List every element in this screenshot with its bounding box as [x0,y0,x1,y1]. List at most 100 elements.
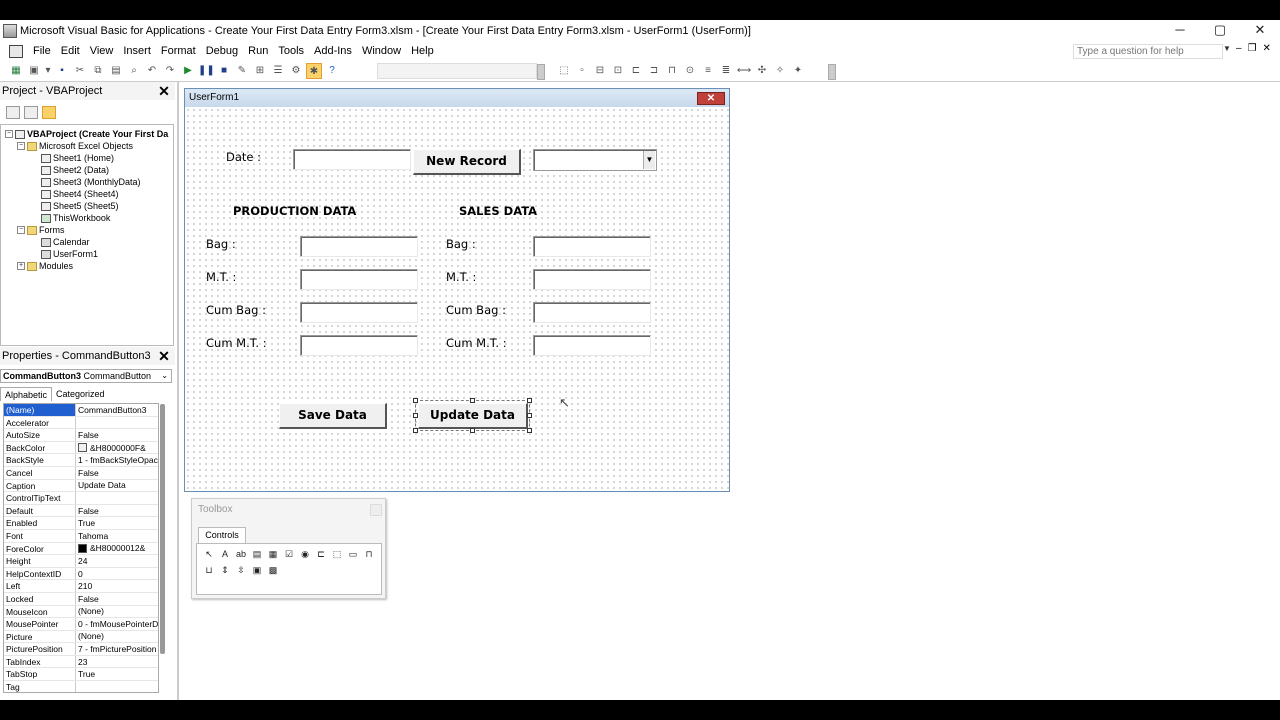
property-value[interactable]: 24 [76,555,158,567]
tree-item-sheet1[interactable]: Sheet1 (Home) [41,152,114,164]
save-data-button[interactable]: Save Data [279,403,387,429]
zoom-icon[interactable]: ⊙ [682,63,698,79]
property-value[interactable]: 7 - fmPicturePosition [76,643,158,655]
property-value[interactable]: &H80000012& [76,543,158,555]
toolbox-close-icon[interactable] [370,504,382,516]
resize-handle[interactable] [527,398,532,403]
find-icon[interactable]: ⌕ [126,63,142,79]
tree-item-vbaproject[interactable]: − VBAProject (Create Your First Da [5,128,168,140]
child-restore-icon[interactable]: ❐ [1248,43,1257,54]
align-center-icon[interactable]: ≣ [718,63,734,79]
property-row[interactable]: TabIndex 23 [4,655,158,669]
multipage-tool-icon[interactable]: ⊔ [203,564,215,576]
date-input[interactable] [293,149,411,170]
select-objects-icon[interactable]: ↖ [203,548,215,560]
property-value[interactable]: Update Data [76,480,158,492]
toolbar-grip-2[interactable] [828,64,836,80]
property-value[interactable]: (None) [76,606,158,618]
design-mode-icon[interactable]: ✎ [234,63,250,79]
menu-edit[interactable]: Edit [56,42,85,60]
project-close-icon[interactable]: ✕ [157,84,171,98]
menu-tools[interactable]: Tools [273,42,309,60]
run-icon[interactable]: ▶ [180,63,196,79]
property-row[interactable]: MouseIcon (None) [4,605,158,619]
width-icon[interactable]: ⟷ [736,63,752,79]
reset-icon[interactable]: ■ [216,63,232,79]
break-icon[interactable]: ❚❚ [198,63,215,79]
tab-categorized[interactable]: Categorized [52,387,109,401]
property-row[interactable]: BackStyle 1 - fmBackStyleOpac [4,454,158,467]
listbox-tool-icon[interactable]: ▦ [267,548,279,560]
property-value[interactable]: &H8000000F& [76,442,158,454]
resize-handle[interactable] [413,413,418,418]
menu-view[interactable]: View [85,42,119,60]
property-value[interactable]: False [76,505,158,517]
optionbutton-tool-icon[interactable]: ◉ [299,548,311,560]
tree-item-userform1[interactable]: UserForm1 [41,248,98,260]
tab-alphabetic[interactable]: Alphabetic [0,387,53,401]
uncomment-icon[interactable]: ✦ [790,63,806,79]
property-row[interactable]: Enabled True [4,517,158,530]
commandbutton-tool-icon[interactable]: ▭ [347,548,359,560]
toggle-icon[interactable]: ✣ [754,63,770,79]
collapse-icon[interactable]: − [17,226,25,234]
tabstrip-tool-icon[interactable]: ⊓ [363,548,375,560]
child-minimize-icon[interactable]: ‒ [1236,43,1242,54]
undo-icon[interactable]: ↶ [144,63,160,79]
tree-item-modules[interactable]: + Modules [17,260,73,272]
tab-controls[interactable]: Controls [198,527,246,543]
collapse-icon[interactable]: − [5,130,13,138]
sales-bag-input[interactable] [533,236,651,257]
property-row[interactable]: AutoSize False [4,429,158,442]
send-back-icon[interactable]: ▫ [574,63,590,79]
production-mt-input[interactable] [300,269,418,290]
menu-debug[interactable]: Debug [201,42,243,60]
property-value[interactable]: Tahoma [76,530,158,542]
maximize-button[interactable]: ▢ [1200,20,1240,42]
userform-close-icon[interactable]: ✕ [697,92,725,105]
property-row[interactable]: Accelerator [4,416,158,430]
tree-item-calendar[interactable]: Calendar [41,236,90,248]
align-left-icon[interactable]: ≡ [700,63,716,79]
property-value[interactable]: 210 [76,580,158,592]
label-tool-icon[interactable]: A [219,548,231,560]
property-row[interactable]: ControlTipText [4,492,158,505]
help-dropdown-icon[interactable]: ▼ [1223,44,1231,53]
tree-item-sheet4[interactable]: Sheet4 (Sheet4) [41,188,119,200]
property-row[interactable]: HelpContextID 0 [4,567,158,581]
tree-item-sheet3[interactable]: Sheet3 (MonthlyData) [41,176,141,188]
toolbox-icon[interactable]: ✱ [306,63,322,79]
resize-handle[interactable] [470,428,475,433]
property-row[interactable]: Tag [4,681,158,692]
property-row[interactable]: Left 210 [4,580,158,593]
view-object-icon[interactable] [24,105,38,119]
property-row[interactable]: ForeColor &H80000012& [4,542,158,556]
close-button[interactable]: ✕ [1240,20,1280,42]
property-value[interactable] [76,417,158,429]
pane-splitter[interactable] [177,82,179,700]
tree-item-sheet5[interactable]: Sheet5 (Sheet5) [41,200,119,212]
toolbar-grip[interactable] [537,64,545,80]
help-search-input[interactable]: Type a question for help [1073,44,1223,59]
resize-handle[interactable] [413,428,418,433]
property-row[interactable]: Cancel False [4,466,158,480]
tree-item-forms[interactable]: − Forms [17,224,65,236]
property-row[interactable]: TabStop True [4,668,158,682]
userform-body[interactable]: Date : New Record ▼ PRODUCTION DATA SALE… [185,107,729,491]
property-row[interactable]: (Name) CommandButton3 [4,404,158,417]
child-close-icon[interactable]: ✕ [1263,43,1271,54]
property-value[interactable]: 23 [76,656,158,668]
help-icon[interactable]: ? [324,63,340,79]
insert-userform-icon[interactable]: ▣ [26,63,42,79]
record-combobox[interactable]: ▼ [533,149,657,171]
property-row[interactable]: BackColor &H8000000F& [4,441,158,455]
property-value[interactable]: 1 - fmBackStyleOpac [76,454,158,466]
property-value[interactable]: False [76,429,158,441]
property-value[interactable]: False [76,467,158,479]
resize-handle[interactable] [527,428,532,433]
properties-window-icon[interactable]: ☰ [270,63,286,79]
object-selector[interactable]: CommandButton3 CommandButton ⌄ [0,369,172,383]
redo-icon[interactable]: ↷ [162,63,178,79]
dropdown-arrow-icon[interactable]: ▾ [44,63,52,79]
scrollbar-tool-icon[interactable]: ⇕ [219,564,231,576]
